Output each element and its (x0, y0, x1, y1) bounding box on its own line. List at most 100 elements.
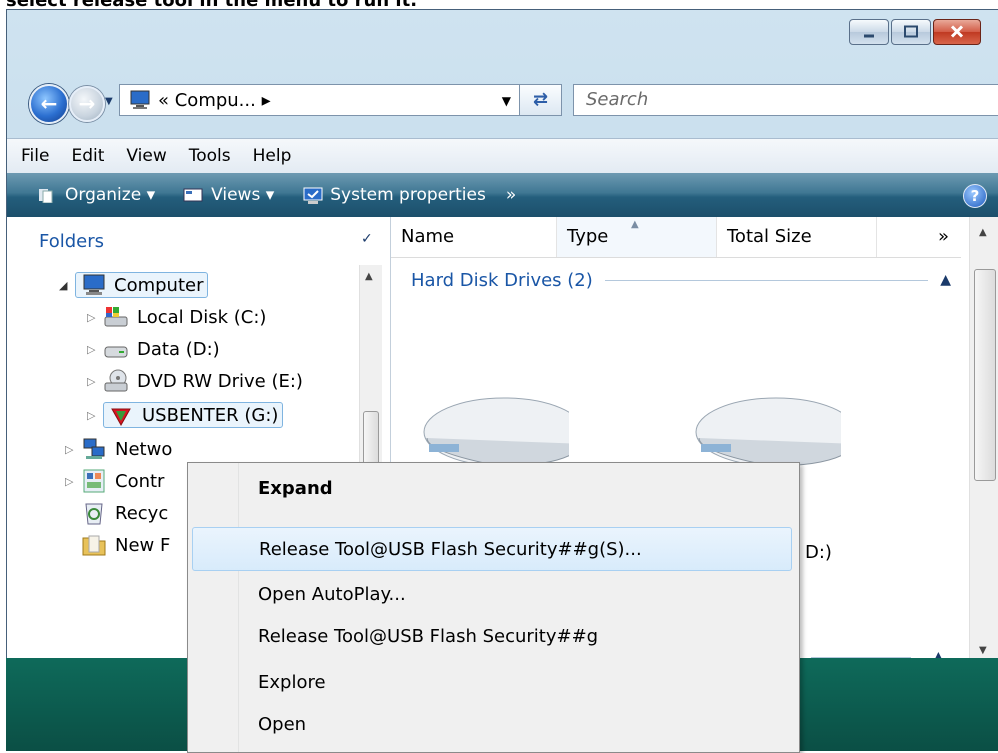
context-menu: Expand Release Tool@USB Flash Security##… (187, 462, 800, 753)
recycle-bin-icon (81, 501, 107, 525)
expanded-triangle-icon[interactable]: ◢ (59, 279, 75, 292)
context-menu-release-tool-s[interactable]: Release Tool@USB Flash Security##g(S)... (192, 527, 792, 571)
refresh-icon: ⇄ (532, 89, 549, 110)
scroll-up-icon[interactable]: ▲ (365, 271, 373, 282)
column-header-row: Name Type ▲ Total Size » (391, 217, 961, 258)
collapse-group-icon[interactable]: ▲ (940, 272, 951, 288)
tree-item-new-folder[interactable]: New F (81, 529, 170, 561)
overflow-button[interactable]: » (506, 185, 516, 205)
local-disk-icon (103, 305, 129, 329)
collapsed-triangle-icon[interactable]: ▷ (87, 409, 103, 422)
collapsed-triangle-icon[interactable]: ▷ (65, 443, 81, 456)
chevron-down-icon[interactable]: ✓ (361, 231, 373, 247)
maximize-button[interactable] (891, 19, 931, 45)
system-properties-label: System properties (330, 185, 486, 205)
scroll-up-icon[interactable]: ▲ (979, 227, 987, 238)
context-menu-open-autoplay[interactable]: Open AutoPlay... (192, 573, 792, 617)
address-row: ← → ▼ « Compu... ▸ ▼ ⇄ Search (7, 78, 998, 124)
tree-item-usbenter-selection: USBENTER (G:) (103, 402, 284, 428)
menu-edit[interactable]: Edit (71, 146, 104, 166)
context-menu-expand[interactable]: Expand (192, 467, 792, 511)
tree-item-dvd-e[interactable]: ▷ DVD RW Drive (E:) (87, 365, 303, 397)
scroll-down-icon[interactable]: ▼ (979, 645, 987, 656)
collapsed-triangle-icon[interactable]: ▷ (87, 343, 103, 356)
column-name[interactable]: Name (391, 217, 557, 257)
collapsed-triangle-icon[interactable]: ▷ (65, 475, 81, 488)
tree-label: Netwo (115, 438, 173, 460)
group-divider (604, 279, 929, 281)
close-button[interactable] (933, 19, 981, 45)
drive-label-d-partial: D:) (805, 542, 832, 563)
tree-item-data-d[interactable]: ▷ Data (D:) (87, 333, 220, 365)
menu-view[interactable]: View (126, 146, 166, 166)
views-button[interactable]: Views ▾ (183, 185, 274, 205)
column-total-size[interactable]: Total Size (717, 217, 877, 257)
tree-label: Computer (114, 274, 204, 296)
hard-drive-icon[interactable] (419, 392, 585, 472)
address-path: « Compu... ▸ (158, 89, 271, 111)
tree-label: Contr (115, 470, 165, 492)
tree-label: Recyc (115, 502, 169, 524)
group-header-hard-disk-drives[interactable]: Hard Disk Drives (2) ▲ (411, 265, 951, 295)
computer-icon (80, 273, 106, 297)
refresh-button[interactable]: ⇄ (520, 84, 562, 116)
tree-label: Local Disk (C:) (137, 306, 267, 328)
command-bar: Organize ▾ Views ▾ System properties » ? (7, 173, 998, 217)
tree-item-local-disk-c[interactable]: ▷ Local Disk (C:) (87, 301, 266, 333)
usb-drive-icon (108, 403, 134, 427)
menu-file[interactable]: File (21, 146, 49, 166)
dvd-drive-icon (103, 369, 129, 393)
address-bar[interactable]: « Compu... ▸ ▼ (119, 84, 520, 116)
sort-ascending-icon: ▲ (631, 219, 639, 230)
collapsed-triangle-icon[interactable]: ▷ (87, 375, 103, 388)
menu-help[interactable]: Help (253, 146, 292, 166)
tree-label: New F (115, 534, 171, 556)
back-arrow-icon: ← (40, 91, 58, 116)
views-label: Views ▾ (211, 185, 275, 205)
forward-arrow-icon: → (78, 91, 96, 116)
search-input[interactable]: Search (573, 84, 998, 116)
minimize-icon (863, 23, 875, 42)
address-dropdown-icon[interactable]: ▼ (502, 94, 511, 108)
system-properties-button[interactable]: System properties (302, 185, 486, 205)
control-panel-icon (81, 469, 107, 493)
context-menu-release-tool[interactable]: Release Tool@USB Flash Security##g (192, 615, 792, 659)
caption-buttons (849, 19, 981, 45)
network-icon (81, 437, 107, 461)
tree-item-recycle-bin[interactable]: Recyc (81, 497, 168, 529)
group-label: Hard Disk Drives (2) (411, 269, 593, 291)
system-properties-icon (302, 187, 323, 204)
back-button[interactable]: ← (29, 84, 69, 124)
tree-label: USBENTER (G:) (142, 404, 279, 426)
tree-item-control-panel[interactable]: ▷ Contr (65, 465, 164, 497)
computer-icon (128, 90, 152, 110)
context-menu-open[interactable]: Open (192, 703, 792, 747)
tree-label: DVD RW Drive (E:) (137, 370, 303, 392)
collapsed-triangle-icon[interactable]: ▷ (87, 311, 103, 324)
hard-drive-icon[interactable] (691, 392, 857, 472)
close-icon (950, 23, 964, 42)
help-button[interactable]: ? (963, 184, 987, 208)
folder-icon (81, 533, 107, 557)
forward-button[interactable]: → (69, 86, 105, 122)
content-scrollbar[interactable]: ▲ ▼ (969, 217, 998, 660)
menu-bar: File Edit View Tools Help (7, 138, 998, 173)
folders-header[interactable]: Folders ✓ (7, 217, 390, 265)
tree-item-usbenter-g[interactable]: ▷ USBENTER (G:) (87, 399, 284, 431)
organize-icon (37, 187, 57, 204)
tree-label: Data (D:) (137, 338, 220, 360)
context-menu-explore[interactable]: Explore (192, 661, 792, 705)
maximize-icon (904, 23, 918, 42)
history-dropdown-icon[interactable]: ▼ (105, 96, 113, 107)
minimize-button[interactable] (849, 19, 889, 45)
column-overflow[interactable]: » (877, 217, 961, 257)
drive-icon (103, 337, 129, 361)
tree-item-computer[interactable]: ◢ Computer (59, 269, 209, 301)
tree-item-network[interactable]: ▷ Netwo (65, 433, 172, 465)
organize-label: Organize ▾ (65, 185, 156, 205)
organize-button[interactable]: Organize ▾ (37, 185, 155, 205)
views-icon (183, 187, 203, 203)
content-scroll-thumb[interactable] (974, 269, 996, 481)
folders-label: Folders (39, 231, 105, 252)
menu-tools[interactable]: Tools (189, 146, 231, 166)
